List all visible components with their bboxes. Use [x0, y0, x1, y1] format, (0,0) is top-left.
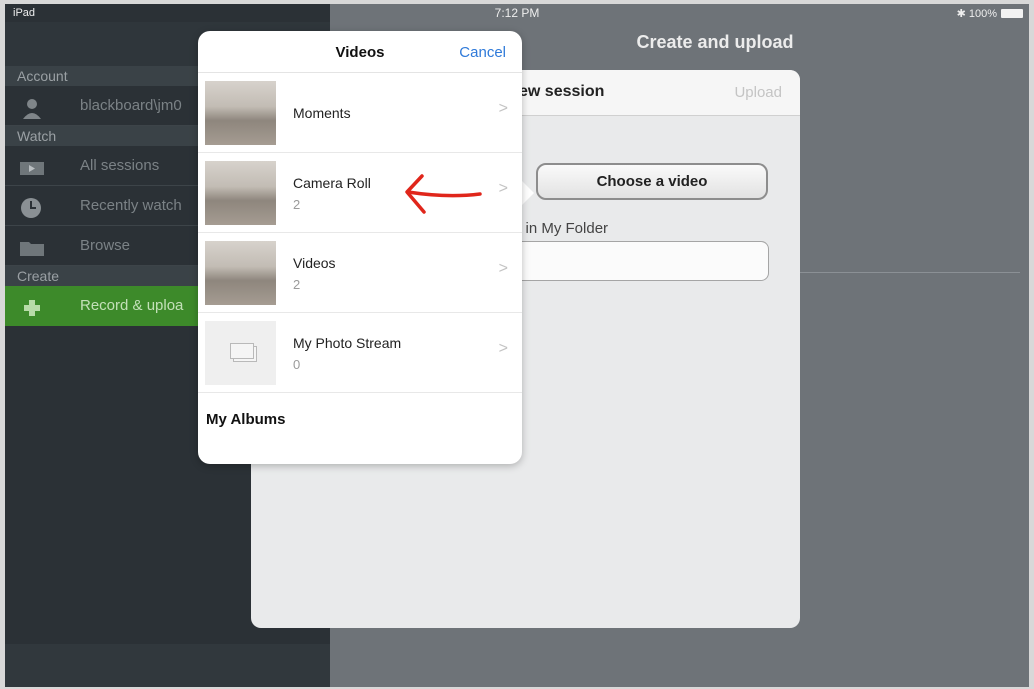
- sidebar-item-label: blackboard\jm0: [80, 97, 182, 114]
- album-row-photo-stream[interactable]: My Photo Stream 0 >: [198, 313, 522, 393]
- folder-icon: [19, 235, 45, 257]
- clock-icon: [19, 195, 45, 218]
- videos-popover: Videos Cancel Moments > Camera Roll 2 > …: [198, 31, 522, 464]
- plus-icon: [19, 295, 45, 317]
- status-time: 7:12 PM: [494, 6, 540, 20]
- sidebar-item-label: Recently watch: [80, 197, 182, 214]
- battery-label: ✱ 100%: [956, 8, 997, 20]
- album-thumbnail: [205, 81, 276, 145]
- status-bar: iPad 7:12 PM ✱ 100%: [5, 4, 1029, 22]
- device-label: iPad: [13, 7, 36, 19]
- folder-label: n in My Folder: [513, 220, 609, 237]
- sidebar-item-label: Record & uploa: [80, 297, 184, 314]
- battery-icon: [1001, 9, 1023, 18]
- sidebar-item-label: Browse: [80, 237, 131, 254]
- album-count: 2: [293, 277, 301, 292]
- card-title: ew session: [519, 83, 605, 100]
- cancel-button[interactable]: Cancel: [459, 44, 506, 61]
- album-name: Videos: [293, 255, 336, 271]
- annotation-arrow-icon: [405, 174, 482, 214]
- sidebar-item-label: All sessions: [80, 157, 160, 174]
- album-name: Camera Roll: [293, 175, 371, 191]
- chevron-right-icon: >: [498, 340, 508, 357]
- choose-video-button[interactable]: Choose a video: [536, 163, 768, 200]
- chevron-right-icon: >: [498, 260, 508, 277]
- my-albums-heading: My Albums: [206, 411, 286, 428]
- ipad-screen: Account blackboard\jm0 Watch All session…: [5, 4, 1029, 687]
- popover-header: Videos Cancel: [198, 31, 522, 73]
- album-thumbnail: [205, 161, 276, 225]
- page-title: Create and upload: [636, 32, 794, 52]
- album-row-videos[interactable]: Videos 2 >: [198, 233, 522, 313]
- album-name: My Photo Stream: [293, 335, 402, 351]
- album-row-moments[interactable]: Moments >: [198, 73, 522, 153]
- chevron-right-icon: >: [498, 100, 508, 117]
- chevron-right-icon: >: [498, 180, 508, 197]
- divider: [795, 272, 1020, 273]
- album-count: 2: [293, 197, 301, 212]
- video-icon: [19, 155, 45, 177]
- session-name-field[interactable]: [491, 241, 769, 281]
- sidebar-footer: [5, 644, 330, 687]
- album-count: 0: [293, 357, 301, 372]
- user-icon: [19, 95, 45, 119]
- upload-button[interactable]: Upload: [734, 84, 782, 101]
- album-thumbnail: [205, 241, 276, 305]
- album-name: Moments: [293, 105, 351, 121]
- photo-stream-icon: [205, 321, 276, 385]
